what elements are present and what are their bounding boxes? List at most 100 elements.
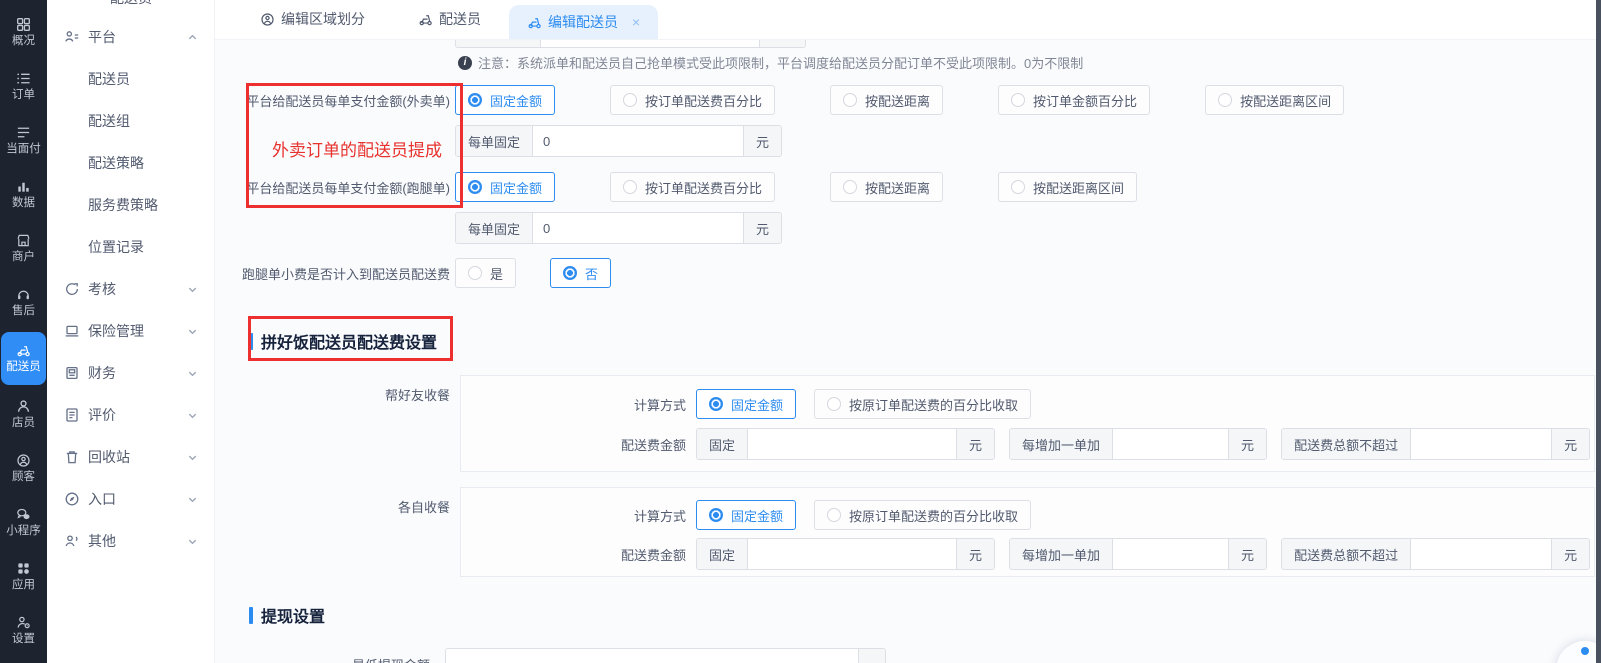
sidebar-group-other[interactable]: 其他 [47, 520, 214, 562]
input-suffix: 元 [1551, 539, 1590, 569]
radio-by-distance-range[interactable]: 按配送距离区间 [998, 172, 1138, 202]
section-title: 拼好饭配送员配送费设置 [261, 335, 438, 352]
sidebar-item-apps[interactable]: 应用 [0, 549, 47, 603]
radio-by-distance[interactable]: 按配送距离 [830, 172, 944, 202]
sidebar-item-courier-group[interactable]: 配送组 [47, 100, 214, 142]
avatar-icon [260, 12, 275, 27]
sidebar-item-label: 订单 [12, 89, 35, 102]
sidebar-group-review[interactable]: 评价 [47, 394, 214, 436]
paotui-fixed-row: 每单固定 元 [455, 212, 783, 244]
sidebar-item-label: 服务费策略 [88, 197, 158, 213]
radio-by-original-fee-percent[interactable]: 按原订单配送费的百分比收取 [814, 389, 1032, 419]
input-prefix [456, 40, 541, 47]
tab-edit-courier[interactable]: 编辑配送员 × [509, 5, 659, 39]
scrollbar-edge[interactable] [1596, 0, 1601, 663]
input-suffix [858, 649, 885, 663]
scooter-icon [418, 12, 433, 27]
chevron-down-icon [187, 452, 198, 463]
withdraw-min-row: 最低提现金额 [215, 648, 886, 663]
tab-courier[interactable]: 配送员 [414, 0, 485, 39]
input-suffix: 元 [743, 213, 782, 243]
fee-fixed-group: 固定 元 [696, 538, 996, 570]
sidebar-item-overview[interactable]: 概况 [0, 6, 47, 60]
clipped-input-row [455, 40, 806, 48]
sidebar-item-settings[interactable]: 设置 [0, 603, 47, 657]
sidebar-item-aftersale[interactable]: 售后 [0, 276, 47, 330]
sidebar-item-location-record[interactable]: 位置记录 [47, 226, 214, 268]
courier-icon [16, 343, 31, 358]
sidebar-item-label: 商户 [12, 251, 35, 264]
other-icon [64, 533, 80, 549]
sidebar-item-courier[interactable]: 配送员 [1, 331, 46, 386]
sidebar-item-delivery-strategy[interactable]: 配送策略 [47, 142, 214, 184]
fee-max-total-group: 配送费总额不超过 元 [1281, 538, 1591, 570]
sidebar-item-orders[interactable]: 订单 [0, 60, 47, 114]
sidebar-group-recycle[interactable]: 回收站 [47, 436, 214, 478]
radio-by-delivery-fee-percent[interactable]: 按订单配送费百分比 [610, 172, 776, 202]
sidebar-item-courier-child[interactable]: 配送员 [47, 58, 214, 100]
radio-dot [468, 266, 482, 280]
sidebar-item-miniprogram[interactable]: 小程序 [0, 495, 47, 549]
sidebar-group-assessment[interactable]: 考核 [47, 268, 214, 310]
radio-by-order-amount-percent[interactable]: 按订单金额百分比 [998, 85, 1151, 115]
input-suffix [759, 40, 805, 47]
section-marker [249, 332, 253, 350]
section-label-help-friend: 帮好友收餐 [384, 388, 450, 403]
content-area: i 注意：系统派单和配送员自己抢单模式受此项限制，平台调度给配送员分配订单不受此… [215, 40, 1601, 663]
radio-by-delivery-fee-percent[interactable]: 按订单配送费百分比 [610, 85, 776, 115]
chevron-down-icon [187, 410, 198, 421]
paotui-fixed-input[interactable] [533, 213, 744, 243]
fee-per-extra-order-input[interactable] [1113, 539, 1229, 569]
radio-by-distance[interactable]: 按配送距离 [830, 85, 944, 115]
sidebar-item-customer[interactable]: 顾客 [0, 441, 47, 495]
radio-no[interactable]: 否 [550, 258, 612, 288]
sidebar-item-merchant[interactable]: 商户 [0, 222, 47, 276]
sidebar-group-insurance[interactable]: 保险管理 [47, 310, 214, 352]
radio-dot [468, 93, 482, 107]
withdraw-min-input[interactable] [446, 649, 858, 663]
waimai-fixed-input[interactable] [533, 126, 744, 156]
radio-fixed-amount[interactable]: 固定金额 [696, 389, 797, 419]
radio-yes[interactable]: 是 [455, 258, 517, 288]
tip-label: 跑腿单小费是否计入到配送员配送费 [241, 266, 450, 282]
fee-max-total-input[interactable] [1411, 429, 1552, 459]
sidebar-group-label: 回收站 [88, 449, 130, 465]
fee-fixed-input[interactable] [748, 429, 957, 459]
app-root: 概况 订单 当面付 数据 商户 售后 配送员 店员 顾客 小程序 应用 设置 平… [0, 0, 1601, 663]
sidebar-group-label: 财务 [88, 365, 116, 381]
radio-fixed-amount[interactable]: 固定金额 [455, 172, 556, 202]
radio-by-original-fee-percent[interactable]: 按原订单配送费的百分比收取 [814, 500, 1032, 530]
input-suffix: 元 [956, 539, 995, 569]
primary-sidebar: 概况 订单 当面付 数据 商户 售后 配送员 店员 顾客 小程序 应用 设置 [0, 0, 47, 663]
close-icon[interactable]: × [632, 15, 640, 29]
tab-edit-region[interactable]: 编辑区域划分 [256, 0, 369, 39]
radio-by-distance-range[interactable]: 按配送距离区间 [1205, 85, 1345, 115]
section-label-each-own: 各自收餐 [397, 500, 450, 515]
fee-per-extra-order-input[interactable] [1113, 429, 1229, 459]
sidebar-group-label: 保险管理 [88, 323, 144, 339]
section-header-withdraw: 提现设置 [249, 603, 325, 627]
sidebar-item-clipped[interactable]: 配送员 [110, 0, 152, 8]
fee-max-total-input[interactable] [1411, 539, 1552, 569]
radio-label: 按订单配送费百分比 [645, 180, 763, 196]
tab-bar: 编辑区域划分 配送员 编辑配送员 × [215, 0, 1601, 40]
radio-dot [468, 180, 482, 194]
radio-label: 固定金额 [490, 93, 543, 109]
radio-fixed-amount[interactable]: 固定金额 [696, 500, 797, 530]
sidebar-group-platform[interactable]: 平台 [47, 16, 214, 58]
sidebar-item-label: 应用 [12, 578, 35, 591]
sidebar-item-clerk[interactable]: 店员 [0, 387, 47, 441]
sidebar-item-facepay[interactable]: 当面付 [0, 114, 47, 168]
fee-fixed-input[interactable] [748, 539, 957, 569]
sidebar-group-finance[interactable]: 财务 [47, 352, 214, 394]
chevron-down-icon [187, 284, 198, 295]
tip-row: 跑腿单小费是否计入到配送员配送费 是 否 [215, 258, 612, 288]
clipped-input[interactable] [541, 40, 759, 47]
radio-label: 固定金额 [490, 180, 543, 196]
radio-fixed-amount[interactable]: 固定金额 [455, 85, 556, 115]
sidebar-item-data[interactable]: 数据 [0, 168, 47, 222]
sidebar-item-label: 设置 [12, 632, 35, 645]
sidebar-item-service-fee-strategy[interactable]: 服务费策略 [47, 184, 214, 226]
tab-label: 配送员 [439, 11, 481, 27]
sidebar-group-entry[interactable]: 入口 [47, 478, 214, 520]
